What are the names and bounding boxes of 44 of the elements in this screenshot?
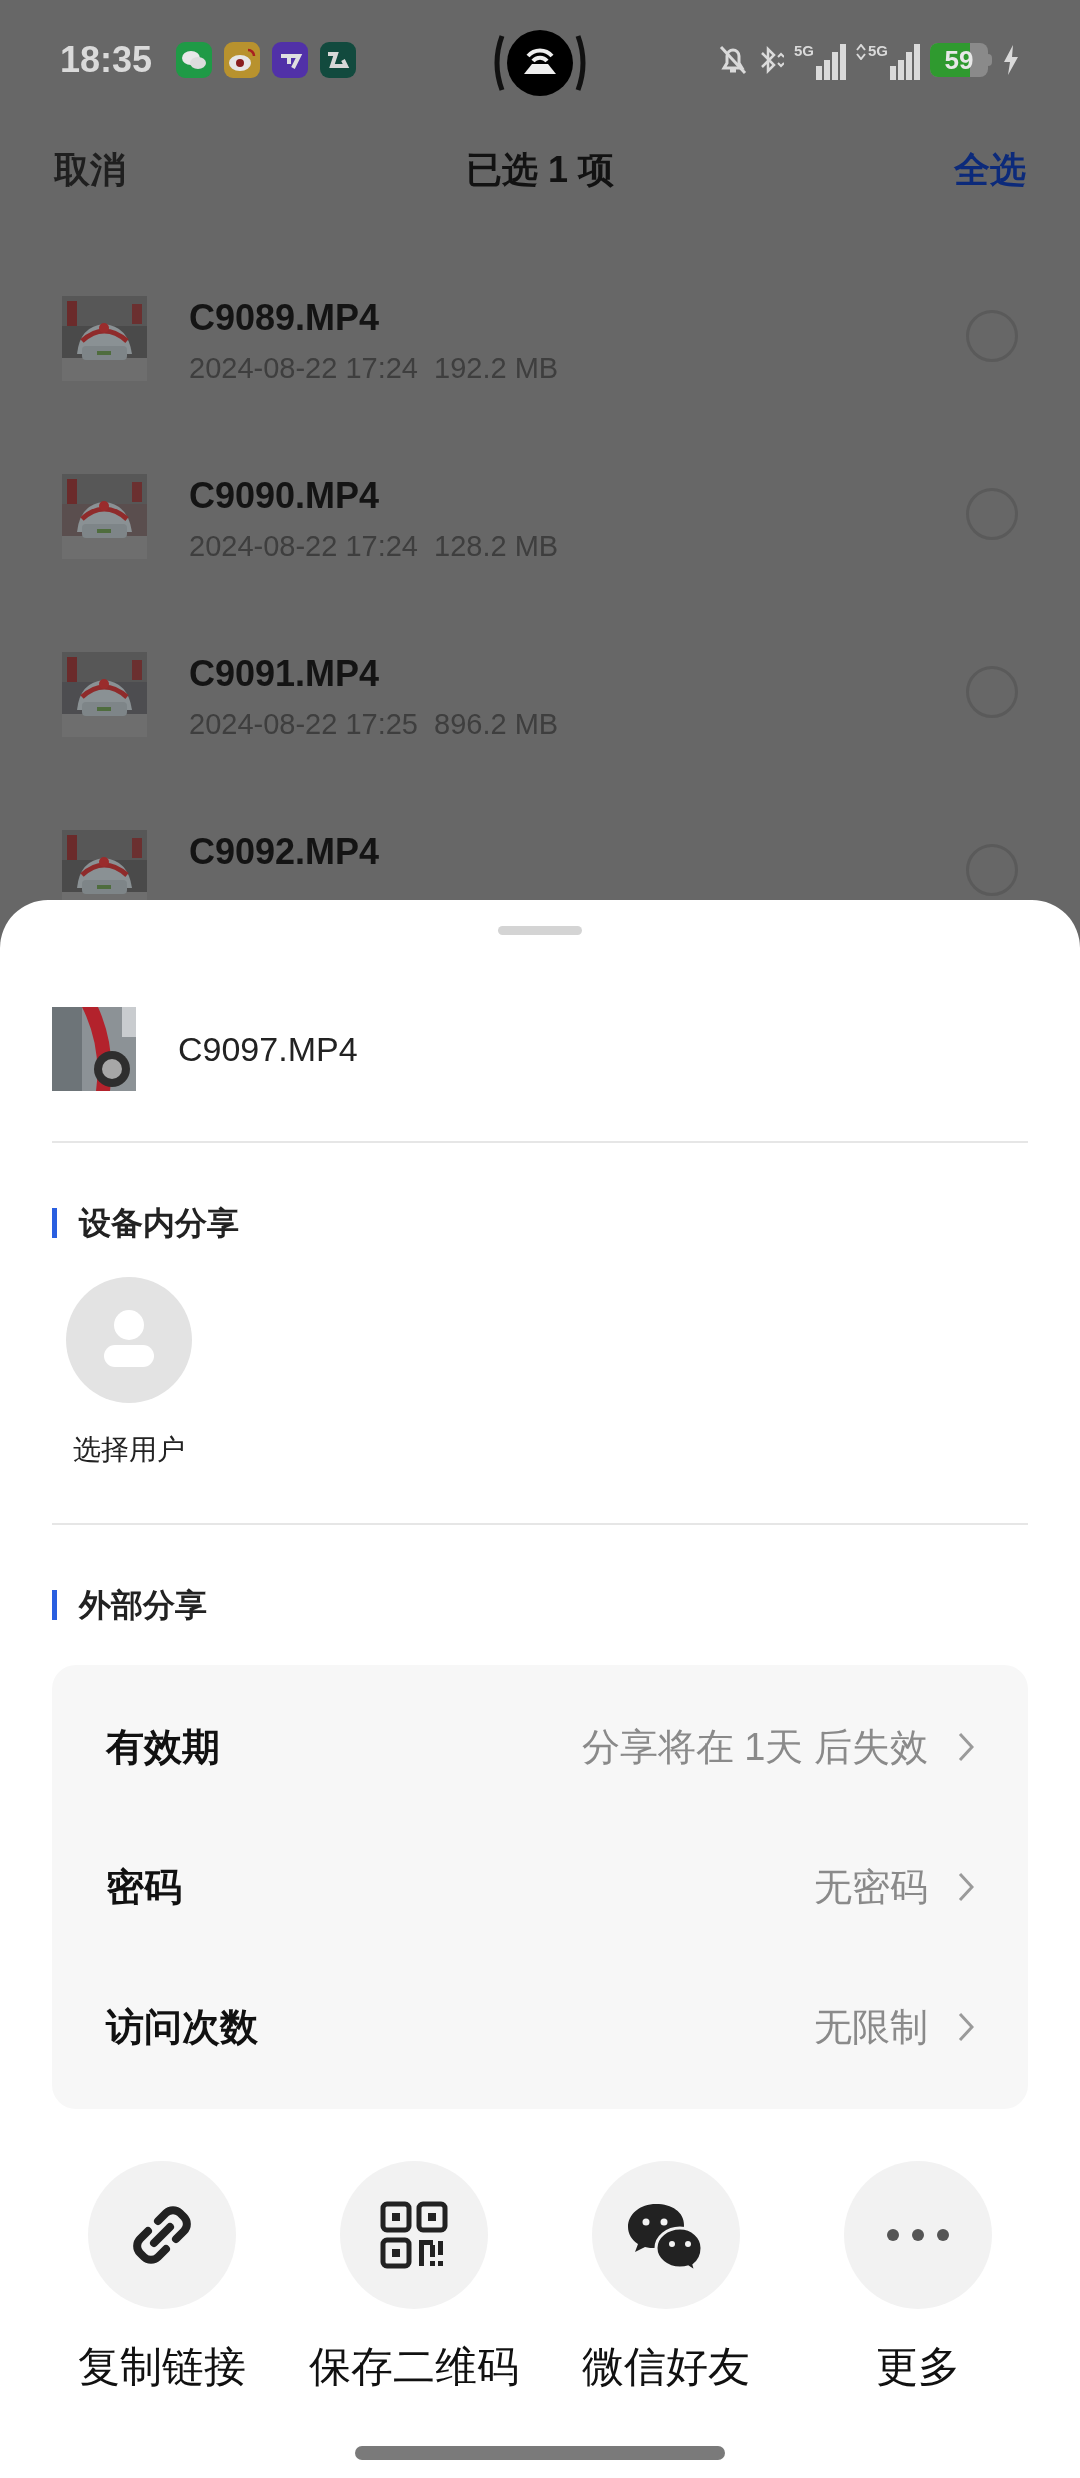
network-label: 5G [793, 41, 814, 61]
setting-value: 无密码 [814, 1864, 928, 1910]
chevron-right-icon [958, 1732, 974, 1762]
action-label[interactable]: 更多 [876, 2335, 960, 2398]
chevron-right-icon [958, 1872, 974, 1902]
setting-label: 有效期 [106, 1724, 220, 1770]
setting-label: 密码 [106, 1864, 182, 1910]
selection-title: 已选 1 项 [466, 148, 614, 192]
user-avatar-icon[interactable] [66, 1277, 192, 1403]
section-title: 设备内分享 [79, 1204, 239, 1243]
setting-row[interactable]: 访问次数 无限制 [52, 1957, 1028, 2097]
eye-app-icon[interactable] [224, 42, 261, 78]
data-arrows-icon [856, 44, 866, 60]
muted-bell-icon [717, 44, 748, 76]
action-label[interactable]: 复制链接 [78, 2335, 246, 2398]
clock: 18:35 [60, 38, 153, 82]
setting-row[interactable]: 有效期 分享将在 1天 后失效 [52, 1677, 1028, 1817]
file-name: C9089.MP4 [189, 296, 381, 340]
network-label: 5G [868, 41, 888, 61]
chevron-right-icon [958, 2012, 974, 2042]
section-marker [52, 1590, 57, 1620]
file-name: C9097.MP4 [178, 1028, 358, 1070]
qr-code-icon [380, 2201, 448, 2269]
file-name: C9091.MP4 [189, 652, 381, 696]
charging-icon [1002, 45, 1020, 75]
setting-label: 访问次数 [106, 2004, 258, 2050]
action-label[interactable]: 微信好友 [582, 2335, 750, 2398]
tile-app-icon[interactable] [320, 42, 357, 78]
chat-app-icon[interactable] [176, 42, 213, 78]
action-label[interactable]: 保存二维码 [309, 2335, 519, 2398]
setting-value: 无限制 [814, 2004, 928, 2050]
file-name: C9092.MP4 [189, 830, 380, 874]
section-title: 外部分享 [79, 1586, 207, 1625]
setting-value: 分享将在 1天 后失效 [581, 1724, 928, 1770]
section-marker [52, 1208, 57, 1238]
signal-icon [890, 44, 920, 80]
battery-level: 59 [943, 44, 975, 77]
choose-user-label[interactable]: 选择用户 [73, 1429, 185, 1471]
home-indicator[interactable] [355, 2446, 725, 2460]
setting-row[interactable]: 密码 无密码 [52, 1817, 1028, 1957]
more-icon [886, 2228, 950, 2242]
drag-handle[interactable] [498, 926, 582, 935]
file-name: C9090.MP4 [189, 474, 381, 518]
signal-icon [816, 44, 846, 80]
